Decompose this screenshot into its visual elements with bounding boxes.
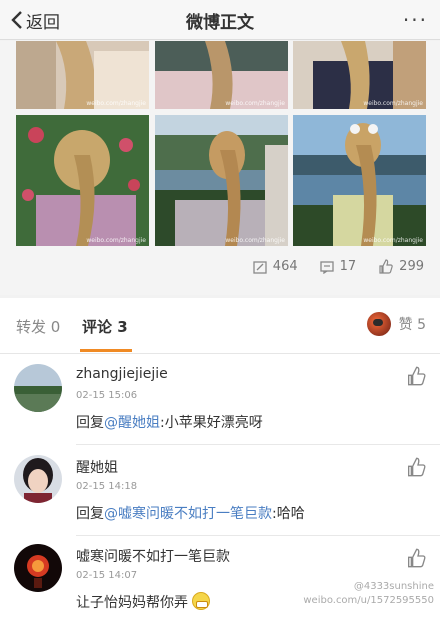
- thumbs-up-icon: [408, 457, 426, 477]
- repost-icon: [253, 260, 267, 274]
- avatar[interactable]: [14, 364, 62, 412]
- tab-bar: 转发 0 评论 3 赞 5: [0, 298, 440, 354]
- comment-text: 回复@醒她姐:小苹果好漂亮呀: [76, 415, 263, 431]
- page-title: 微博正文: [186, 13, 254, 33]
- thumbs-up-icon: [379, 259, 393, 274]
- repost-button[interactable]: 464: [253, 259, 298, 274]
- post-content: weibo.com/zhangjie weibo.com/zhangjie we…: [0, 41, 440, 295]
- photo-thumbnail[interactable]: weibo.com/zhangjie: [155, 41, 288, 109]
- photo-thumbnail[interactable]: weibo.com/zhangjie: [293, 41, 426, 109]
- comment-author[interactable]: 醒她姐: [76, 457, 118, 477]
- grin-emoji-icon: [192, 592, 211, 610]
- comment-count: 17: [339, 259, 357, 274]
- mention-link[interactable]: @嘘寒问暖不如打一笔巨款: [104, 506, 272, 522]
- comment-time: 02-15 14:18: [76, 481, 138, 492]
- mention-link[interactable]: @醒她姐: [104, 415, 160, 431]
- comment-time: 02-15 14:07: [76, 570, 138, 581]
- comment-item: zhangjiejiejie 02-15 15:06 回复@醒她姐:小苹果好漂亮…: [0, 354, 440, 444]
- avatar[interactable]: [14, 455, 62, 503]
- like-count: 299: [399, 259, 424, 274]
- nav-bar: 返回 微博正文 ···: [0, 0, 440, 40]
- avatar[interactable]: [14, 544, 62, 592]
- comment-button[interactable]: 17: [319, 259, 357, 274]
- photo-thumbnail[interactable]: weibo.com/zhangjie: [155, 115, 288, 246]
- comment-time: 02-15 15:06: [76, 390, 138, 401]
- repost-count: 464: [272, 259, 298, 274]
- like-button[interactable]: 299: [378, 259, 424, 274]
- comment-like-button[interactable]: [406, 366, 426, 390]
- comment-list: zhangjiejiejie 02-15 15:06 回复@醒她姐:小苹果好漂亮…: [0, 354, 440, 618]
- thumbs-up-icon: [408, 366, 426, 386]
- avatar: [366, 312, 391, 336]
- active-tab-indicator: [80, 349, 132, 352]
- tab-reposts[interactable]: 转发 0: [16, 316, 60, 337]
- image-watermark: @4333sunshine weibo.com/u/1572595550: [303, 581, 434, 606]
- thumbs-up-icon: [408, 548, 426, 568]
- comment-like-button[interactable]: [406, 548, 426, 572]
- comment-text: 回复@嘘寒问暖不如打一笔巨款:哈哈: [76, 506, 305, 522]
- more-button[interactable]: ···: [403, 8, 428, 32]
- comment-like-button[interactable]: [406, 457, 426, 481]
- photo-thumbnail[interactable]: weibo.com/zhangjie: [16, 41, 149, 109]
- comment-text: 让子怡妈妈帮你弄: [76, 592, 211, 612]
- post-stats: 464 17 299: [253, 259, 424, 274]
- comment-author[interactable]: zhangjiejiejie: [76, 366, 168, 382]
- tab-likes[interactable]: 赞 5: [366, 312, 426, 336]
- comment-author[interactable]: 嘘寒问暖不如打一笔巨款: [76, 546, 230, 566]
- comment-item: 醒她姐 02-15 14:18 回复@嘘寒问暖不如打一笔巨款:哈哈: [0, 445, 440, 535]
- comment-icon: [319, 260, 334, 274]
- tab-comments[interactable]: 评论 3: [82, 316, 128, 337]
- photo-thumbnail[interactable]: weibo.com/zhangjie: [293, 115, 426, 246]
- photo-thumbnail[interactable]: weibo.com/zhangjie: [16, 115, 149, 246]
- tab-likes-label: 赞 5: [398, 317, 426, 333]
